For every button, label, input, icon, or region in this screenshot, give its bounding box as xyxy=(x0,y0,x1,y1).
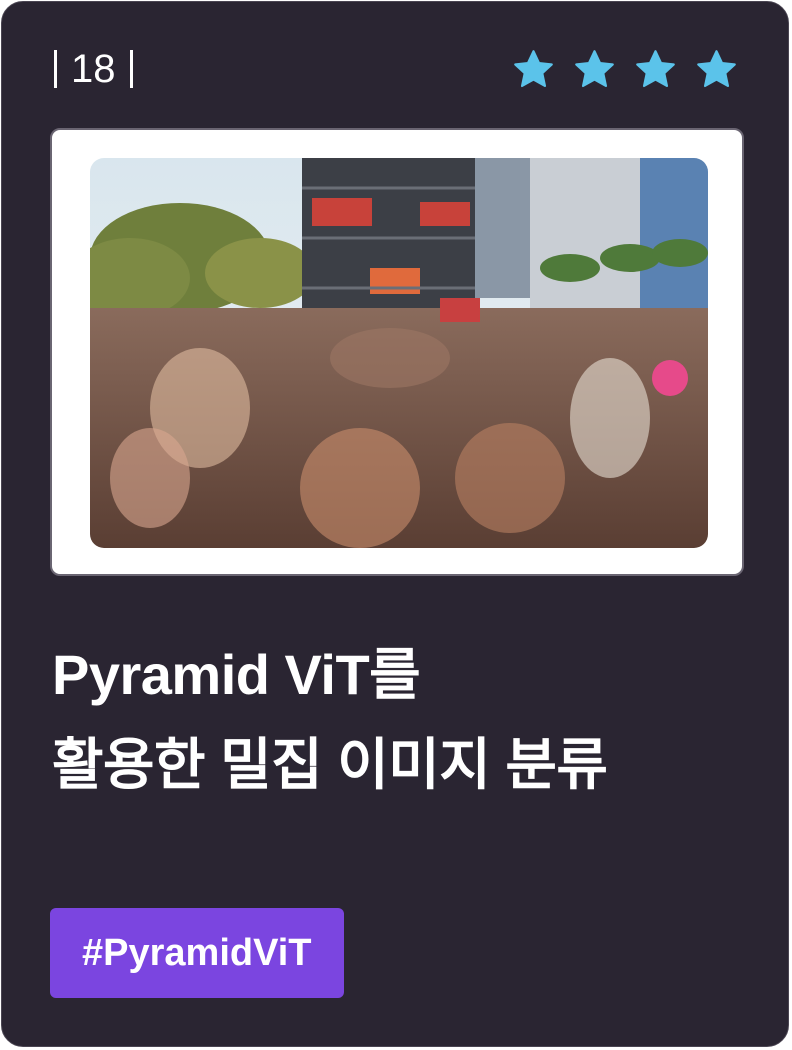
title-line-2: 활용한 밀집 이미지 분류 xyxy=(52,733,608,796)
right-divider xyxy=(129,50,133,88)
star-icon xyxy=(636,50,675,88)
title-line-1: Pyramid ViT를 xyxy=(52,643,421,706)
card-number-text: 18 xyxy=(71,46,116,91)
card-title: Pyramid ViT를 활용한 밀집 이미지 분류 xyxy=(52,630,752,810)
image-frame xyxy=(50,128,744,576)
card-number: 18 xyxy=(54,46,133,92)
crowd-photo-illustration xyxy=(90,158,708,548)
star-icon xyxy=(697,50,736,88)
star-icon xyxy=(514,50,553,88)
left-divider xyxy=(54,50,57,88)
star-icon xyxy=(575,50,614,88)
paper-card: 18 Pyramid ViT를 활용한 밀집 이미지 분류 #PyramidVi… xyxy=(1,1,789,1047)
star-rating xyxy=(512,48,738,91)
crowd-photo xyxy=(90,158,708,548)
hashtag-badge[interactable]: #PyramidViT xyxy=(50,908,344,998)
